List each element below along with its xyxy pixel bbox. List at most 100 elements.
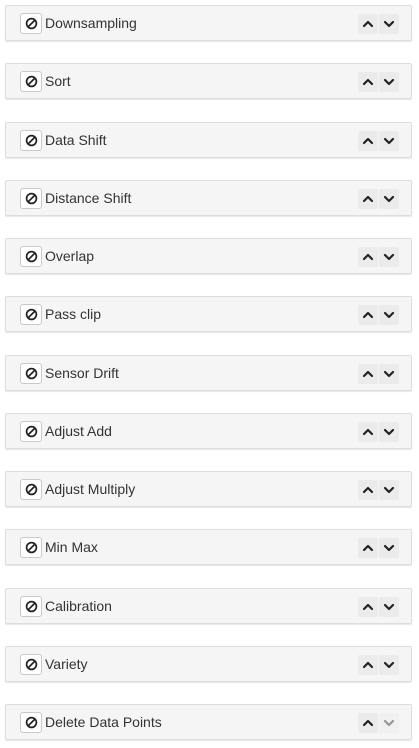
toggle-step-button[interactable] — [20, 479, 42, 500]
move-down-button[interactable] — [379, 131, 399, 151]
processing-step-panel: Calibration — [5, 588, 412, 624]
processing-step-panel: Adjust Add — [5, 413, 412, 449]
toggle-step-button[interactable] — [20, 246, 42, 267]
move-up-button[interactable] — [358, 72, 378, 92]
disable-icon — [25, 483, 38, 496]
move-down-button[interactable] — [379, 247, 399, 267]
toggle-step-button[interactable] — [20, 421, 42, 442]
step-label: Sensor Drift — [45, 365, 119, 381]
move-down-button[interactable] — [379, 655, 399, 675]
move-down-button[interactable] — [379, 72, 399, 92]
move-up-button[interactable] — [358, 422, 378, 442]
disable-icon — [25, 17, 38, 30]
processing-step-panel: Sensor Drift — [5, 355, 412, 391]
step-label: Adjust Multiply — [45, 481, 136, 497]
chevron-down-icon — [383, 195, 395, 203]
processing-step-panel: Distance Shift — [5, 180, 412, 216]
move-down-button[interactable] — [379, 14, 399, 34]
chevron-down-icon — [383, 719, 395, 727]
step-label: Sort — [45, 73, 71, 89]
step-label: Downsampling — [45, 15, 137, 31]
move-up-button[interactable] — [358, 713, 378, 733]
toggle-step-button[interactable] — [20, 596, 42, 617]
step-label: Distance Shift — [45, 190, 132, 206]
chevron-up-icon — [362, 78, 374, 86]
move-up-button[interactable] — [358, 480, 378, 500]
processing-step-list: Downsampling Sort Data Shift Distance Sh… — [0, 0, 419, 748]
processing-step-panel: Pass clip — [5, 296, 412, 332]
chevron-down-icon — [383, 311, 395, 319]
move-down-button[interactable] — [379, 422, 399, 442]
step-label: Adjust Add — [45, 423, 112, 439]
disable-icon — [25, 716, 38, 729]
step-label: Pass clip — [45, 306, 102, 322]
move-up-button[interactable] — [358, 189, 378, 209]
chevron-up-icon — [362, 253, 374, 261]
disable-icon — [25, 541, 38, 554]
move-up-button[interactable] — [358, 538, 378, 558]
chevron-down-icon — [383, 78, 395, 86]
processing-step-panel: Min Max — [5, 529, 412, 565]
move-down-button[interactable] — [379, 480, 399, 500]
chevron-up-icon — [362, 428, 374, 436]
move-up-button[interactable] — [358, 655, 378, 675]
chevron-up-icon — [362, 486, 374, 494]
processing-step-panel: Downsampling — [5, 5, 412, 41]
chevron-down-icon — [383, 661, 395, 669]
processing-step-panel: Variety — [5, 646, 412, 682]
toggle-step-button[interactable] — [20, 712, 42, 733]
disable-icon — [25, 75, 38, 88]
step-label: Calibration — [45, 598, 112, 614]
toggle-step-button[interactable] — [20, 188, 42, 209]
chevron-down-icon — [383, 544, 395, 552]
toggle-step-button[interactable] — [20, 654, 42, 675]
chevron-up-icon — [362, 661, 374, 669]
move-down-button — [379, 713, 399, 733]
step-label: Delete Data Points — [45, 714, 162, 730]
chevron-up-icon — [362, 195, 374, 203]
disable-icon — [25, 367, 38, 380]
chevron-up-icon — [362, 137, 374, 145]
step-label: Data Shift — [45, 132, 107, 148]
move-up-button[interactable] — [358, 305, 378, 325]
move-down-button[interactable] — [379, 305, 399, 325]
chevron-up-icon — [362, 544, 374, 552]
toggle-step-button[interactable] — [20, 304, 42, 325]
step-label: Overlap — [45, 248, 95, 264]
move-down-button[interactable] — [379, 597, 399, 617]
move-down-button[interactable] — [379, 364, 399, 384]
disable-icon — [25, 425, 38, 438]
chevron-down-icon — [383, 603, 395, 611]
processing-step-panel: Sort — [5, 63, 412, 99]
step-label: Min Max — [45, 539, 98, 555]
toggle-step-button[interactable] — [20, 71, 42, 92]
chevron-down-icon — [383, 370, 395, 378]
move-up-button[interactable] — [358, 247, 378, 267]
disable-icon — [25, 308, 38, 321]
move-up-button[interactable] — [358, 131, 378, 151]
chevron-down-icon — [383, 486, 395, 494]
toggle-step-button[interactable] — [20, 537, 42, 558]
chevron-up-icon — [362, 311, 374, 319]
processing-step-panel: Adjust Multiply — [5, 471, 412, 507]
move-up-button[interactable] — [358, 364, 378, 384]
disable-icon — [25, 600, 38, 613]
chevron-up-icon — [362, 20, 374, 28]
disable-icon — [25, 134, 38, 147]
toggle-step-button[interactable] — [20, 130, 42, 151]
processing-step-panel: Delete Data Points — [5, 704, 412, 740]
chevron-up-icon — [362, 370, 374, 378]
disable-icon — [25, 192, 38, 205]
chevron-down-icon — [383, 428, 395, 436]
move-down-button[interactable] — [379, 538, 399, 558]
toggle-step-button[interactable] — [20, 363, 42, 384]
move-up-button[interactable] — [358, 597, 378, 617]
chevron-down-icon — [383, 20, 395, 28]
move-up-button[interactable] — [358, 14, 378, 34]
disable-icon — [25, 250, 38, 263]
step-label: Variety — [45, 656, 88, 672]
chevron-down-icon — [383, 253, 395, 261]
chevron-up-icon — [362, 603, 374, 611]
move-down-button[interactable] — [379, 189, 399, 209]
toggle-step-button[interactable] — [20, 13, 42, 34]
